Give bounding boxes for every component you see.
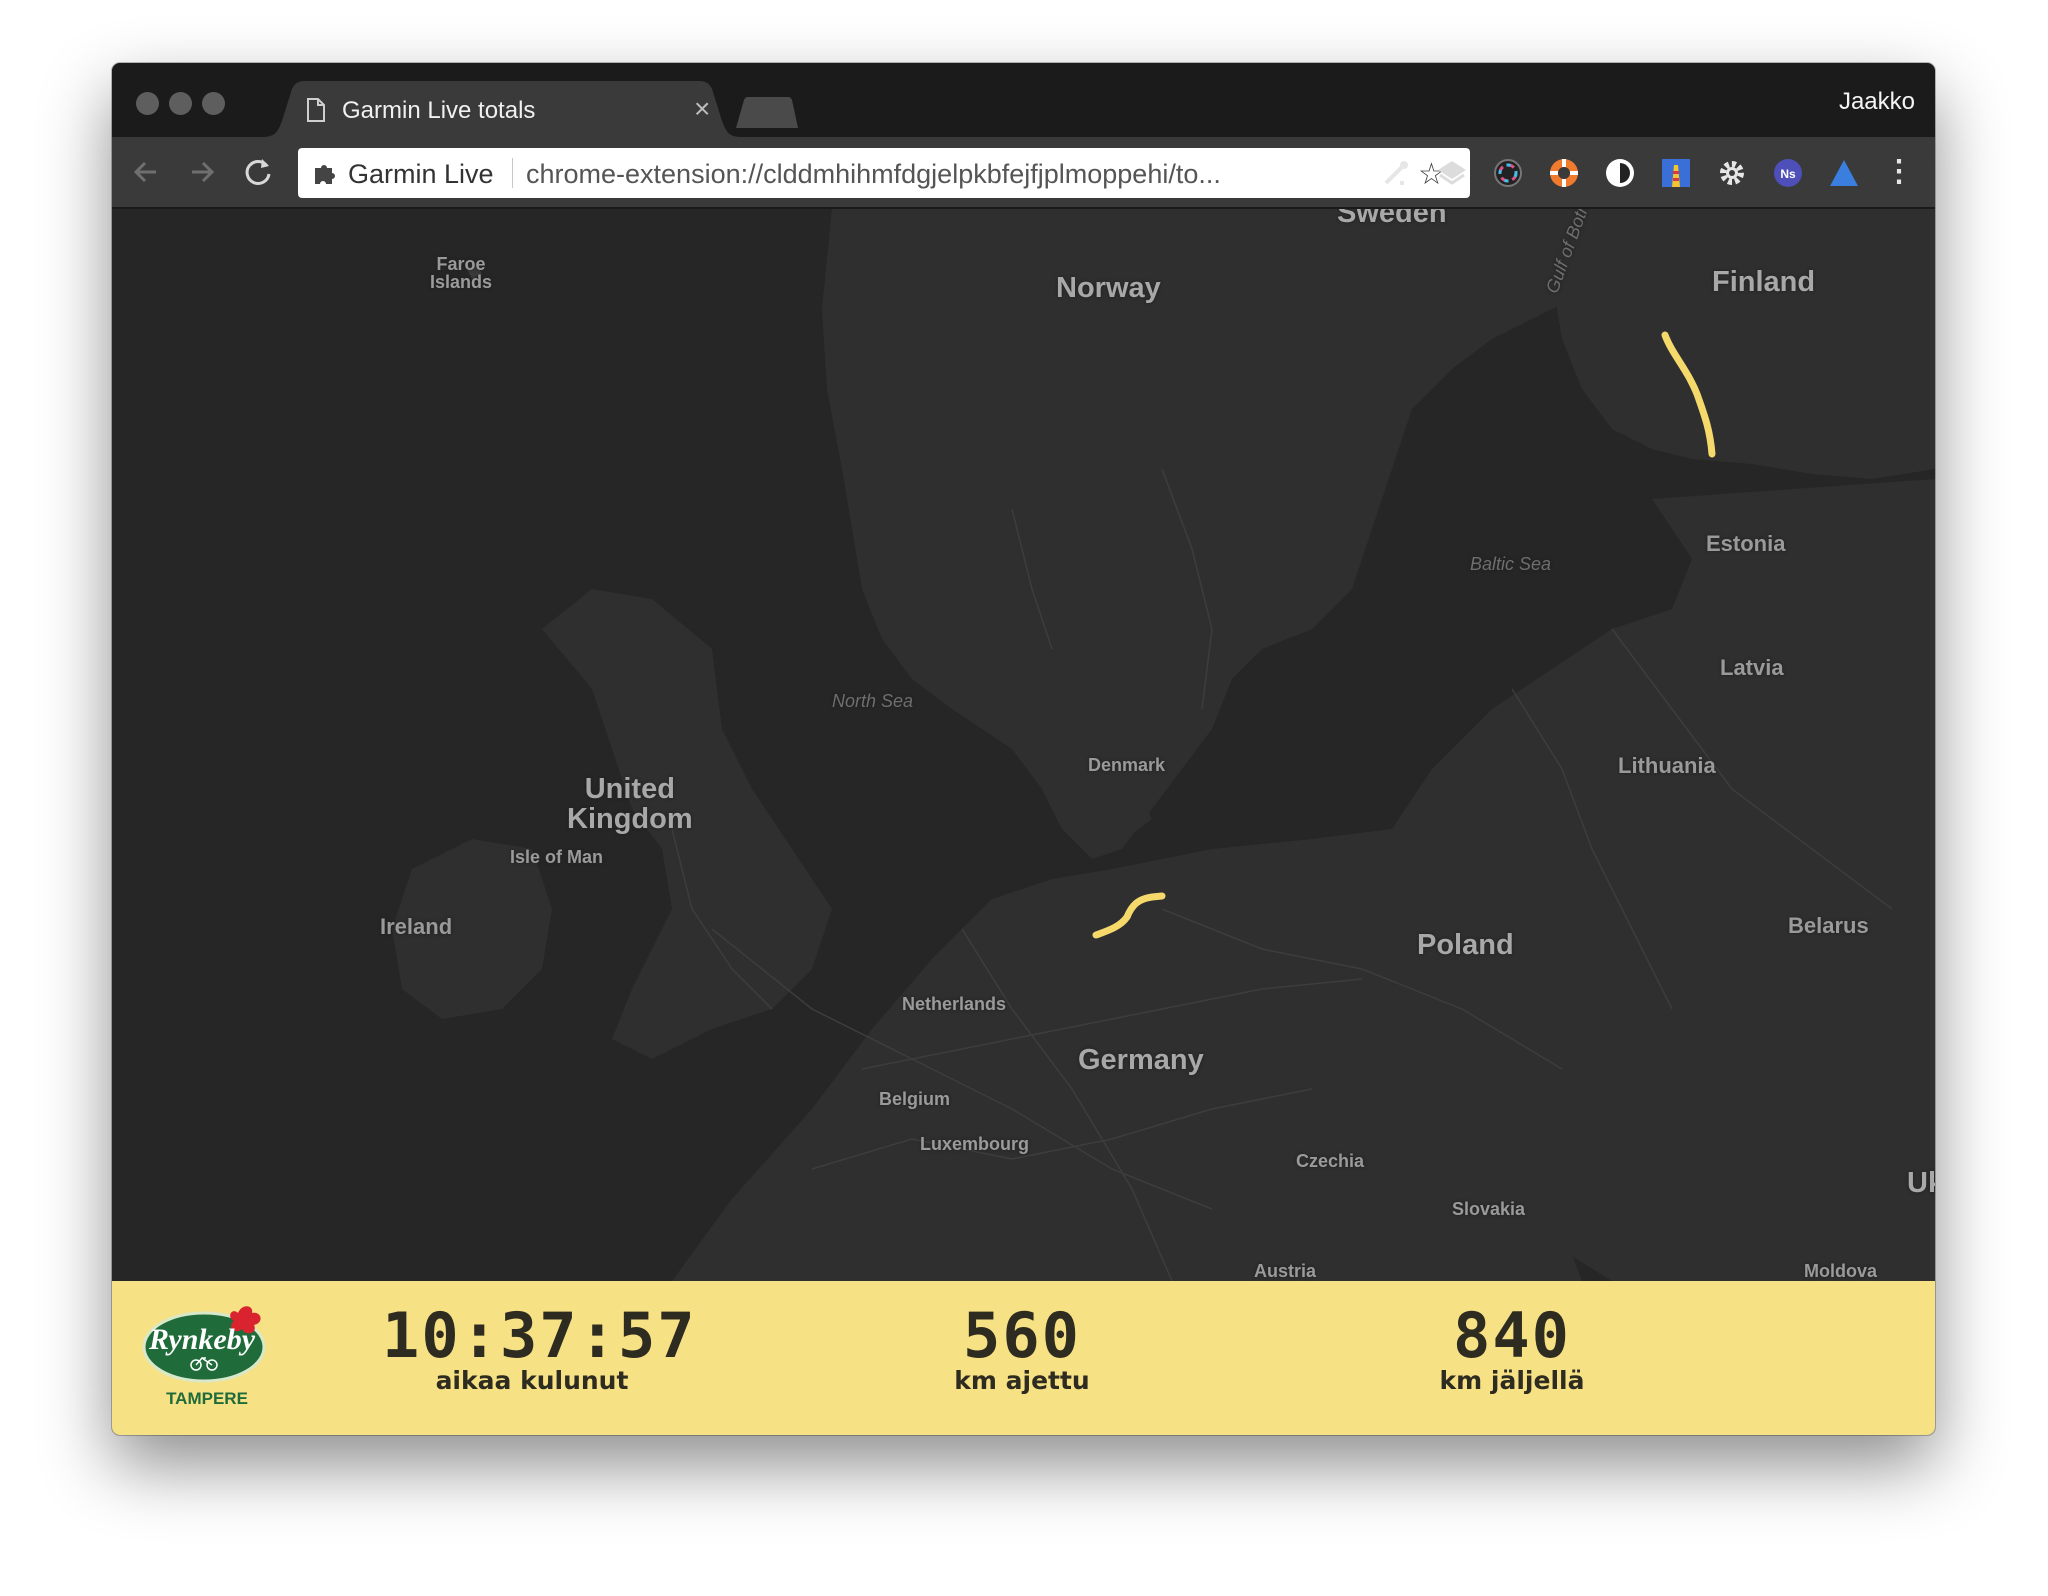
triangle-icon[interactable] [1828, 157, 1860, 189]
back-icon[interactable] [128, 154, 164, 190]
svg-text:Ns: Ns [1780, 167, 1796, 181]
map-label-north-sea: North Sea [832, 691, 914, 711]
rynkeby-logo: Rynkeby TAMPERE [142, 1303, 272, 1415]
color-wheel-icon[interactable] [1492, 157, 1524, 189]
map-label-faroe-islands: Faroe Islands [430, 254, 493, 292]
map-label-sweden: Sweden [1337, 209, 1447, 229]
forward-icon[interactable] [184, 154, 220, 190]
menu-kebab-icon[interactable]: ⋮ [1884, 157, 1914, 189]
reload-icon[interactable] [240, 154, 276, 190]
stats-footer: Rynkeby TAMPERE 10:37:57 aikaa kulunut 5… [112, 1281, 1935, 1435]
km-ridden-stat: 560 km ajettu [912, 1305, 1132, 1395]
elapsed-time-value: 10:37:57 [382, 1299, 697, 1372]
km-remaining-stat: 840 km jäljellä [1392, 1305, 1632, 1395]
map-label-netherlands: Netherlands [902, 994, 1007, 1014]
ns-icon[interactable]: Ns [1772, 157, 1804, 189]
km-remaining-value: 840 [1453, 1299, 1571, 1372]
map-label-poland: Poland [1417, 929, 1514, 961]
map-label-ukraine: Uk [1907, 1167, 1935, 1199]
dark-mode-toggle-icon[interactable] [1604, 157, 1636, 189]
map-label-norway: Norway [1056, 272, 1161, 304]
km-ridden-label: km ajettu [954, 1366, 1090, 1395]
extension-puzzle-icon [312, 160, 338, 191]
site-name: Garmin Live [348, 159, 494, 189]
map-label-moldova: Moldova [1804, 1261, 1878, 1281]
browser-window: Garmin Live totals × Jaakko Garmin Live … [112, 63, 1935, 1435]
lighthouse-icon[interactable] [1660, 157, 1692, 189]
map-label-finland: Finland [1712, 266, 1816, 298]
address-bar[interactable]: Garmin Live chrome-extension://clddmhihm… [298, 148, 1470, 198]
map-land-layer [392, 209, 1935, 1281]
map-view[interactable]: Sweden Norway Finland Faroe Islands Gulf… [112, 209, 1935, 1281]
logo-city: TAMPERE [166, 1389, 248, 1408]
map-label-baltic-sea: Baltic Sea [1470, 554, 1552, 574]
map-label-estonia: Estonia [1706, 531, 1786, 556]
lifebuoy-icon[interactable] [1548, 157, 1580, 189]
zoom-window-button[interactable] [202, 92, 225, 115]
km-ridden-value: 560 [963, 1299, 1081, 1372]
eyedropper-icon[interactable] [1380, 157, 1412, 189]
profile-name[interactable]: Jaakko [1839, 88, 1915, 116]
tab-title: Garmin Live totals [342, 97, 536, 124]
tab-garmin-live-totals[interactable]: Garmin Live totals × [262, 81, 742, 137]
settings-gear-icon[interactable] [1716, 157, 1748, 189]
map-label-isle-of-man: Isle of Man [510, 847, 604, 867]
map-label-denmark: Denmark [1088, 755, 1166, 775]
close-window-button[interactable] [136, 92, 159, 115]
map-label-austria: Austria [1254, 1261, 1317, 1281]
map-label-czechia: Czechia [1296, 1151, 1365, 1171]
map-label-ireland: Ireland [380, 914, 453, 939]
elapsed-time-stat: 10:37:57 aikaa kulunut [382, 1299, 697, 1395]
omnibox-divider [512, 158, 513, 188]
map-label-united-kingdom: United Kingdom [567, 773, 693, 835]
minimize-window-button[interactable] [169, 92, 192, 115]
title-bar: Garmin Live totals × Jaakko [112, 63, 1935, 137]
toolbar: Garmin Live chrome-extension://clddmhihm… [112, 137, 1935, 209]
map-label-belarus: Belarus [1788, 913, 1869, 938]
url-text[interactable]: chrome-extension://clddmhihmfdgjelpkbfej… [526, 159, 1221, 190]
map-label-luxembourg: Luxembourg [920, 1134, 1030, 1154]
logo-wordmark: Rynkeby [148, 1323, 256, 1356]
map-label-latvia: Latvia [1720, 655, 1784, 680]
new-tab-button[interactable] [734, 96, 800, 135]
map-label-belgium: Belgium [879, 1089, 951, 1109]
tab-close-icon[interactable]: × [694, 93, 710, 125]
map-label-slovakia: Slovakia [1452, 1199, 1526, 1219]
km-remaining-label: km jäljellä [1439, 1366, 1585, 1395]
layers-icon[interactable] [1436, 157, 1468, 189]
map-label-lithuania: Lithuania [1618, 753, 1716, 778]
map-label-germany: Germany [1078, 1044, 1204, 1076]
